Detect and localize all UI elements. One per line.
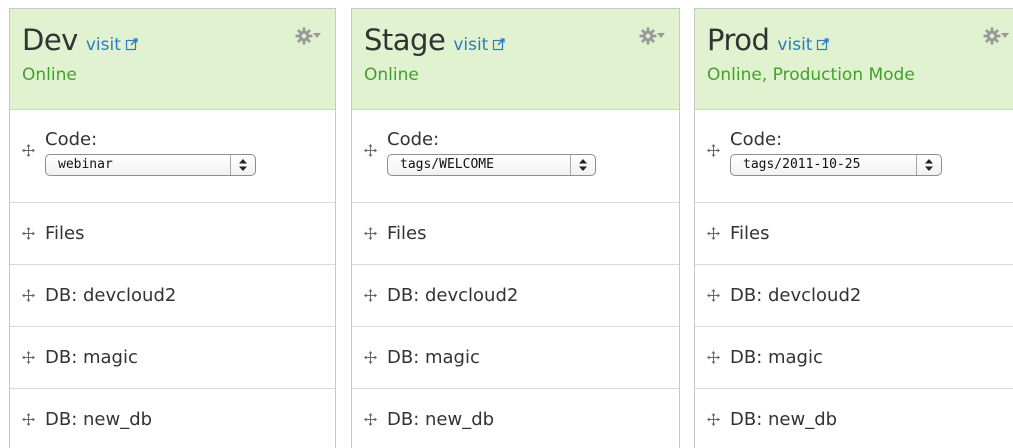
environment-header: Stage visit Online (352, 9, 679, 110)
row-label: DB: devcloud2 (387, 285, 519, 306)
code-row: Code: tags/WELCOME (352, 110, 679, 203)
environment-title: Dev visit (22, 23, 335, 57)
environment-row-db-new-db[interactable]: DB: new_db (10, 389, 335, 448)
move-handle-icon[interactable] (22, 144, 35, 157)
code-block: Code: tags/WELCOME (387, 130, 596, 176)
visit-link-label: visit (85, 35, 121, 55)
visit-link-label: visit (453, 35, 489, 55)
environment-row-files[interactable]: Files (10, 203, 335, 265)
move-handle-icon[interactable] (707, 351, 720, 364)
move-handle-icon[interactable] (707, 144, 720, 157)
code-label: Code: (387, 129, 440, 150)
move-handle-icon[interactable] (364, 413, 377, 426)
chevron-down-icon (657, 33, 665, 38)
row-label: Files (730, 223, 770, 244)
environments-board: Dev visit Online Code: webinar Files DB:… (0, 0, 1013, 448)
select-arrows-icon (570, 155, 595, 175)
environment-name: Dev (22, 23, 78, 57)
environment-status: Online (364, 65, 419, 85)
visit-link[interactable]: visit (453, 35, 506, 55)
environment-row-db-devcloud2[interactable]: DB: devcloud2 (352, 265, 679, 327)
chevron-down-icon (1001, 33, 1009, 38)
external-link-icon (817, 38, 830, 51)
code-select-value: webinar (58, 157, 113, 172)
environment-status: Online, Production Mode (707, 65, 915, 85)
environment-row-db-new-db[interactable]: DB: new_db (352, 389, 679, 448)
environment-row-files[interactable]: Files (695, 203, 1013, 265)
code-label: Code: (45, 129, 98, 150)
select-arrows-icon (916, 155, 941, 175)
move-handle-icon[interactable] (22, 351, 35, 364)
row-label: Files (387, 223, 427, 244)
visit-link[interactable]: visit (86, 35, 139, 55)
code-block: Code: webinar (45, 130, 256, 176)
external-link-icon (493, 38, 505, 51)
environment-panel-prod: Prod visit Online, Production Mode Code:… (694, 8, 1013, 448)
code-select-value: tags/2011-10-25 (743, 157, 861, 172)
environment-settings-button[interactable] (983, 26, 1011, 46)
chevron-down-icon (313, 33, 321, 38)
code-select[interactable]: tags/WELCOME (387, 154, 596, 176)
row-label: DB: magic (730, 347, 823, 368)
move-handle-icon[interactable] (22, 289, 35, 302)
environment-panel-dev: Dev visit Online Code: webinar Files DB:… (9, 8, 336, 448)
code-label: Code: (730, 129, 783, 150)
environment-header: Prod visit Online, Production Mode (695, 9, 1013, 110)
environment-row-db-magic[interactable]: DB: magic (10, 327, 335, 389)
move-handle-icon[interactable] (364, 351, 377, 364)
move-handle-icon[interactable] (364, 144, 377, 157)
environment-row-db-devcloud2[interactable]: DB: devcloud2 (10, 265, 335, 327)
move-handle-icon[interactable] (364, 289, 377, 302)
environment-settings-button[interactable] (295, 26, 323, 46)
environment-title: Stage visit (364, 23, 679, 57)
code-block: Code: tags/2011-10-25 (730, 130, 942, 176)
code-row: Code: tags/2011-10-25 (695, 110, 1013, 203)
external-link-icon (125, 38, 138, 51)
code-select-value: tags/WELCOME (400, 157, 494, 172)
move-handle-icon[interactable] (22, 413, 35, 426)
row-label: DB: devcloud2 (45, 285, 177, 306)
gear-icon (639, 27, 657, 45)
row-label: Files (45, 223, 85, 244)
row-label: DB: magic (387, 347, 480, 368)
move-handle-icon[interactable] (707, 413, 720, 426)
environment-row-db-new-db[interactable]: DB: new_db (695, 389, 1013, 448)
environment-row-db-devcloud2[interactable]: DB: devcloud2 (695, 265, 1013, 327)
move-handle-icon[interactable] (707, 227, 720, 240)
code-row: Code: webinar (10, 110, 335, 203)
gear-icon (983, 27, 1001, 45)
move-handle-icon[interactable] (707, 289, 720, 302)
environment-name: Stage (364, 23, 446, 57)
code-select[interactable]: webinar (45, 154, 256, 176)
environment-status: Online (22, 65, 77, 85)
row-label: DB: magic (45, 347, 138, 368)
environment-row-db-magic[interactable]: DB: magic (695, 327, 1013, 389)
move-handle-icon[interactable] (22, 227, 35, 240)
environment-header: Dev visit Online (10, 9, 335, 110)
select-arrows-icon (230, 155, 255, 175)
visit-link[interactable]: visit (777, 35, 830, 55)
row-label: DB: new_db (387, 409, 495, 430)
environment-row-files[interactable]: Files (352, 203, 679, 265)
environment-settings-button[interactable] (639, 26, 667, 46)
move-handle-icon[interactable] (364, 227, 377, 240)
code-select[interactable]: tags/2011-10-25 (730, 154, 942, 176)
gear-icon (295, 27, 313, 45)
visit-link-label: visit (777, 35, 813, 55)
row-label: DB: devcloud2 (730, 285, 862, 306)
environment-panel-stage: Stage visit Online Code: tags/WELCOME Fi… (351, 8, 680, 448)
row-label: DB: new_db (45, 409, 153, 430)
row-label: DB: new_db (730, 409, 838, 430)
environment-row-db-magic[interactable]: DB: magic (352, 327, 679, 389)
environment-title: Prod visit (707, 23, 1013, 57)
environment-name: Prod (707, 23, 770, 57)
